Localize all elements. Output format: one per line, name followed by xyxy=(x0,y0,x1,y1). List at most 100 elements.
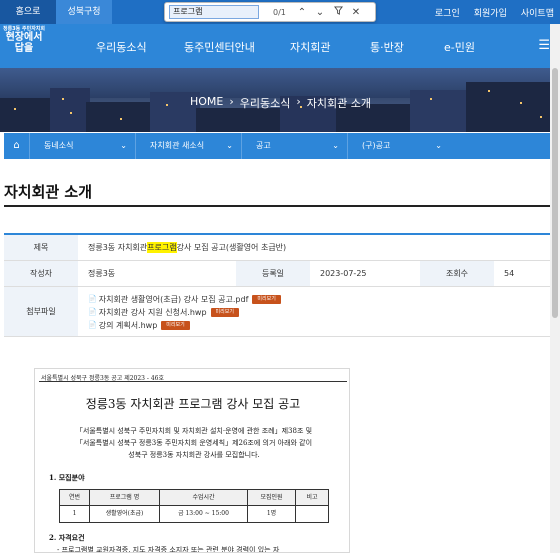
subnav-notice[interactable]: 공고 ⌄ xyxy=(242,133,348,159)
building-shape xyxy=(196,108,286,132)
doc-recruit-table: 연번 프로그램 명 수업시간 모집인원 비고 1 생활영어(초급) 금 13:0… xyxy=(59,489,329,523)
doc-paragraph: - 프로그램별 교원자격증, 지도 자격증 소지자 또는 관련 분야 경력이 있… xyxy=(57,546,280,553)
menu-icon[interactable]: ☰ xyxy=(538,38,550,53)
table-header-row: 연번 프로그램 명 수업시간 모집인원 비고 xyxy=(60,490,328,506)
page-scrollbar[interactable] xyxy=(550,24,560,553)
window-light xyxy=(120,118,122,120)
home-icon[interactable]: ⌂ xyxy=(4,133,30,159)
home-link[interactable]: 홈으로 xyxy=(0,0,56,24)
building-shape xyxy=(410,90,470,132)
chevron-down-icon: ⌄ xyxy=(332,141,339,150)
scrollbar-thumb[interactable] xyxy=(552,68,558,318)
window-light xyxy=(62,98,64,100)
table-cell: 금 13:00 ~ 15:00 xyxy=(160,506,248,522)
chevron-down-icon: ⌄ xyxy=(226,141,233,150)
window-light xyxy=(520,102,522,104)
row-attachments: 첨부파일 📄 자치회관 생활영어(초급) 강사 모집 공고.pdf 미리보기 📄… xyxy=(4,287,552,337)
logo-text-line3: 답을 xyxy=(14,43,34,54)
label-attachments: 첨부파일 xyxy=(4,287,78,336)
table-cell: 1명 xyxy=(248,506,296,522)
post-title: 정릉3동 자치회관 프로그램 강사 모집 공고(생활영어 초급반) xyxy=(78,235,286,260)
window-light xyxy=(70,112,72,114)
table-header-cell: 모집인원 xyxy=(248,490,296,505)
subnav-old-notice[interactable]: (구)공고 ⌄ xyxy=(348,133,450,159)
nav-item-e-civil[interactable]: e-민원 xyxy=(444,39,475,55)
window-light xyxy=(540,116,542,118)
table-header-cell: 수업시간 xyxy=(160,490,248,505)
nav-item-center-info[interactable]: 동주민센터안내 xyxy=(184,39,255,55)
subnav-local-news[interactable]: 동네소식 ⌄ xyxy=(30,133,136,159)
post-date: 2023-07-25 xyxy=(320,269,367,278)
attachment-list: 📄 자치회관 생활영어(초급) 강사 모집 공고.pdf 미리보기 📄 자치회관… xyxy=(78,287,281,336)
subnav-label: 공고 xyxy=(256,141,271,150)
doc-title: 정릉3동 자치회관 프로그램 강사 모집 공고 xyxy=(85,397,301,411)
attachment-link[interactable]: 자치회관 생활영어(초급) 강사 모집 공고.pdf xyxy=(99,293,249,306)
preview-button[interactable]: 미리보기 xyxy=(252,295,281,304)
filter-icon[interactable] xyxy=(329,6,347,18)
signup-link[interactable]: 회원가입 xyxy=(474,6,507,19)
breadcrumb-current: 자치회관 소개 xyxy=(306,97,372,110)
subnav-label: 동네소식 xyxy=(44,141,74,150)
row-title: 제목 정릉3동 자치회관 프로그램 강사 모집 공고(생활영어 초급반) xyxy=(4,235,552,261)
breadcrumb: HOME › 우리동소식 › 자치회관 소개 xyxy=(190,95,371,111)
table-header-cell: 연번 xyxy=(60,490,90,505)
logo-text-line2: 현장에서 xyxy=(5,32,43,43)
subnav-label: 자치회관 새소식 xyxy=(150,141,205,150)
post-views: 54 xyxy=(504,269,515,278)
nav-item-news[interactable]: 우리동소식 xyxy=(96,39,147,55)
post-title-pre: 정릉3동 자치회관 xyxy=(88,243,148,252)
district-office-link[interactable]: 성북구청 xyxy=(56,0,112,24)
doc-paragraph: 성북구 정릉3동 자치회관 강사를 모집합니다. xyxy=(128,451,260,459)
label-views: 조회수 xyxy=(420,261,494,286)
building-shape xyxy=(466,82,560,132)
chevron-up-icon[interactable]: ⌃ xyxy=(293,7,311,18)
attachment-link[interactable]: 자치회관 강사 지원 신청서.hwp xyxy=(99,306,207,319)
table-header-cell: 비고 xyxy=(296,490,328,505)
window-light xyxy=(488,90,490,92)
close-icon[interactable]: ✕ xyxy=(347,7,365,18)
find-input[interactable]: 프로그램 xyxy=(169,5,259,19)
nav-item-ward-leaders[interactable]: 통·반장 xyxy=(370,39,404,55)
chevron-down-icon: ⌄ xyxy=(120,141,127,150)
preview-button[interactable]: 미리보기 xyxy=(161,321,190,330)
file-icon: 📄 xyxy=(88,308,97,316)
preview-button[interactable]: 미리보기 xyxy=(210,308,239,317)
breadcrumb-separator: › xyxy=(229,95,234,108)
subnav-hall-news[interactable]: 자치회관 새소식 ⌄ xyxy=(136,133,242,159)
file-icon: 📄 xyxy=(88,295,97,303)
label-date: 등록일 xyxy=(236,261,310,286)
window-light xyxy=(166,104,168,106)
find-match-count: 0/1 xyxy=(273,7,286,17)
attachment-link[interactable]: 강의 계획서.hwp xyxy=(99,319,158,332)
breadcrumb-separator: › xyxy=(296,95,301,108)
attachment-item: 📄 자치회관 강사 지원 신청서.hwp 미리보기 xyxy=(88,306,281,319)
table-cell: 생활영어(초급) xyxy=(90,506,160,522)
file-icon: 📄 xyxy=(88,321,97,329)
login-link[interactable]: 로그인 xyxy=(435,6,460,19)
page-title: 자치회관 소개 xyxy=(4,183,93,201)
attachment-item: 📄 강의 계획서.hwp 미리보기 xyxy=(88,319,281,332)
doc-paragraph: 「서울특별시 성북구 주민자치회 및 자치회관 설치·운영에 관한 조례」제38… xyxy=(75,427,313,435)
table-cell xyxy=(296,506,328,522)
post-author: 정릉3동 xyxy=(88,269,116,278)
title-divider xyxy=(4,205,552,207)
post-info-table: 제목 정릉3동 자치회관 프로그램 강사 모집 공고(생활영어 초급반) 작성자… xyxy=(4,233,552,337)
chevron-down-icon: ⌄ xyxy=(435,141,442,150)
window-light xyxy=(430,98,432,100)
sitemap-link[interactable]: 사이트맵 xyxy=(521,6,554,19)
table-cell: 1 xyxy=(60,506,90,522)
table-header-cell: 프로그램 명 xyxy=(90,490,160,505)
nav-item-community-hall[interactable]: 자치회관 xyxy=(290,39,330,55)
post-title-post: 강사 모집 공고(생활영어 초급반) xyxy=(176,243,287,252)
chevron-down-icon[interactable]: ⌄ xyxy=(311,7,329,18)
doc-section-heading: 2. 자격요건 xyxy=(49,533,85,542)
attachment-item: 📄 자치회관 생활영어(초급) 강사 모집 공고.pdf 미리보기 xyxy=(88,293,281,306)
label-title: 제목 xyxy=(4,235,78,260)
row-meta: 작성자 정릉3동 등록일 2023-07-25 조회수 54 xyxy=(4,261,552,287)
breadcrumb-news[interactable]: 우리동소식 xyxy=(240,95,291,111)
main-nav xyxy=(0,24,560,68)
site-logo[interactable]: 정릉3동 주민자치회 현장에서 답을 xyxy=(2,26,46,66)
table-row: 1 생활영어(초급) 금 13:00 ~ 15:00 1명 xyxy=(60,506,328,522)
breadcrumb-home[interactable]: HOME xyxy=(190,95,223,111)
building-shape xyxy=(86,102,156,132)
